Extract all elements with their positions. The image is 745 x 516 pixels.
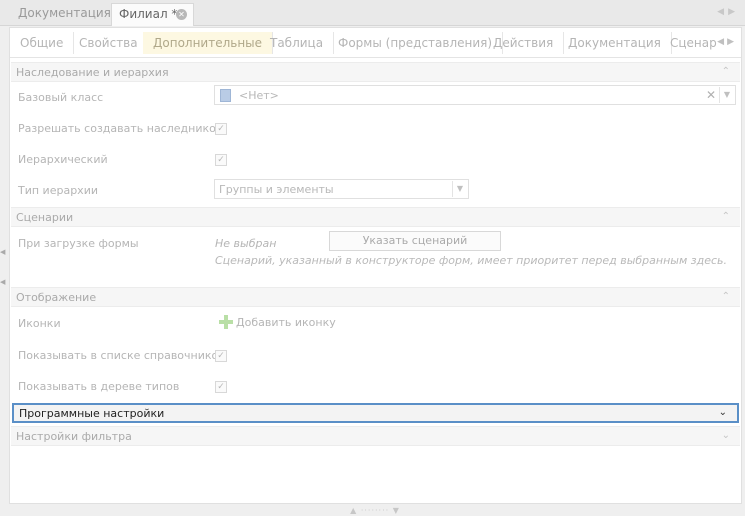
show-in-catalog-label: Показывать в списке справочников <box>18 349 225 362</box>
nav-left-icon[interactable]: ◀ <box>717 37 727 47</box>
show-in-tree-label: Показывать в дереве типов <box>18 380 180 393</box>
show-in-catalog-checkbox[interactable]: ✓ <box>215 350 227 362</box>
on-load-value: Не выбран <box>215 237 277 250</box>
clear-icon[interactable]: ✕ <box>704 88 718 102</box>
form-frame: Общие Свойства Дополнительные Таблица Фо… <box>9 27 742 504</box>
set-scenario-button[interactable]: Указать сценарий <box>329 231 501 251</box>
doc-tab-documentation[interactable]: Документация <box>8 3 121 26</box>
tab-label: Дополнительные <box>153 36 263 50</box>
chevron-down-icon[interactable]: ▼ <box>452 181 467 197</box>
nav-right-icon[interactable]: ▶ <box>728 7 739 17</box>
tab-label: Свойства <box>79 36 138 50</box>
hierarchy-type-select[interactable]: Группы и элементы ▼ <box>214 179 469 199</box>
add-icon-text: Добавить иконку <box>236 316 336 329</box>
collapse-icon[interactable]: ⌃ <box>722 66 730 77</box>
scenario-hint: Сценарий, указанный в конструкторе форм,… <box>215 254 728 267</box>
close-tab-icon[interactable]: ✕ <box>176 9 187 20</box>
nav-left-icon: ◀ <box>0 278 6 286</box>
tab-properties[interactable]: Свойства <box>69 32 149 54</box>
tab-label: Общие <box>20 36 64 50</box>
bottom-splitter-handle[interactable]: ▲ ········ ▼ <box>340 506 410 516</box>
expand-icon[interactable]: ⌄ <box>722 430 730 441</box>
nav-left-icon[interactable]: ◀ <box>717 7 728 17</box>
tab-general[interactable]: Общие <box>10 32 75 54</box>
tab-label: Таблица <box>270 36 324 50</box>
group-title: Программные настройки <box>19 407 165 420</box>
section-tab-nav: ◀▶ <box>717 37 737 47</box>
tab-actions[interactable]: Действия <box>483 32 565 54</box>
hierarchy-type-label: Тип иерархии <box>18 184 98 197</box>
tab-label: Действия <box>493 36 554 50</box>
base-class-label: Базовый класс <box>18 91 104 104</box>
group-inheritance-header[interactable]: Наследование и иерархия ⌃ <box>11 62 740 82</box>
allow-inherit-label: Разрешать создавать наследников <box>18 122 223 135</box>
group-title: Наследование и иерархия <box>16 66 169 79</box>
nav-right-icon[interactable]: ▶ <box>727 37 737 47</box>
base-class-field[interactable]: <Нет> ✕ ▼ <box>214 85 736 105</box>
doc-tab-label: Документация <box>18 6 111 20</box>
group-program-settings-header[interactable]: Программные настройки ⌄ <box>12 403 739 423</box>
allow-inherit-checkbox[interactable]: ✓ <box>215 123 227 135</box>
document-tab-bar: Документация Филиал * ✕ ◀▶ <box>0 0 745 26</box>
add-icon-link[interactable]: Добавить иконку <box>219 315 336 329</box>
show-in-tree-checkbox[interactable]: ✓ <box>215 381 227 393</box>
tab-documentation[interactable]: Документация <box>558 32 672 54</box>
left-splitter-handle[interactable]: ◀ ◀ <box>0 248 6 288</box>
doc-tab-branch[interactable]: Филиал * ✕ <box>111 3 194 26</box>
group-filter-settings-header[interactable]: Настройки фильтра ⌄ <box>11 426 740 446</box>
tab-forms[interactable]: Формы (представления) <box>328 32 504 54</box>
document-icon <box>220 89 231 102</box>
plus-icon <box>219 315 233 329</box>
tab-additional[interactable]: Дополнительные <box>143 32 274 54</box>
hierarchical-label: Иерархический <box>18 153 108 166</box>
tab-label: Сценар <box>670 36 717 50</box>
on-load-label: При загрузке формы <box>18 237 139 250</box>
icons-label: Иконки <box>18 317 61 330</box>
expand-icon[interactable]: ⌄ <box>719 407 727 418</box>
tab-nav-arrows: ◀▶ <box>717 7 739 17</box>
group-scenarios-header[interactable]: Сценарии ⌃ <box>11 207 740 227</box>
group-title: Отображение <box>16 291 97 304</box>
tab-table[interactable]: Таблица <box>260 32 335 54</box>
group-display-header[interactable]: Отображение ⌃ <box>11 287 740 307</box>
chevron-down-icon[interactable]: ▼ <box>719 87 734 103</box>
tab-label: Документация <box>568 36 661 50</box>
hierarchy-type-value: Группы и элементы <box>219 183 334 196</box>
nav-left-icon: ◀ <box>0 248 6 256</box>
group-title: Сценарии <box>16 211 74 224</box>
collapse-icon[interactable]: ⌃ <box>722 291 730 302</box>
hierarchical-checkbox[interactable]: ✓ <box>215 154 227 166</box>
section-tab-bar: Общие Свойства Дополнительные Таблица Фо… <box>10 28 741 58</box>
tab-label: Формы (представления) <box>338 36 493 50</box>
group-title: Настройки фильтра <box>16 430 132 443</box>
collapse-icon[interactable]: ⌃ <box>722 211 730 222</box>
doc-tab-label: Филиал * <box>119 7 178 21</box>
base-class-value: <Нет> <box>239 89 279 102</box>
